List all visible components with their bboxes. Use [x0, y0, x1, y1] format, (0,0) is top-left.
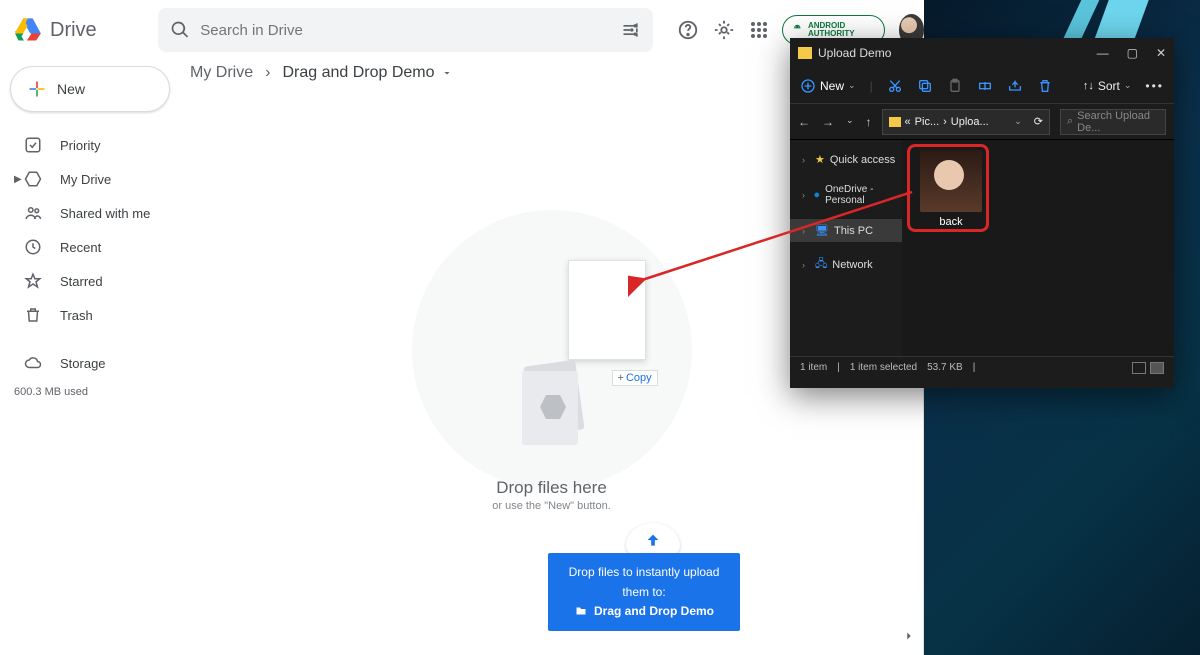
drive-header: Drive ANDROID AUTHORITY	[0, 0, 924, 60]
sidebar-item-mydrive[interactable]: ▶ My Drive	[10, 162, 170, 196]
search-icon	[170, 20, 190, 40]
rename-icon[interactable]	[977, 78, 993, 94]
drop-subtitle: or use the "New" button.	[412, 500, 692, 512]
drag-ghost	[568, 260, 646, 360]
cloud-icon	[24, 354, 42, 372]
view-icons-icon[interactable]	[1150, 362, 1164, 374]
drive-icon	[14, 16, 42, 44]
apps-icon[interactable]	[749, 18, 768, 42]
drive-folder-icon	[24, 170, 42, 188]
chevron-down-icon[interactable]: ⌄	[1014, 116, 1022, 127]
check-circle-icon	[24, 136, 42, 154]
explorer-search[interactable]: ⌕ Search Upload De...	[1060, 109, 1166, 135]
cut-icon[interactable]	[887, 78, 903, 94]
help-icon[interactable]	[677, 18, 699, 42]
expand-icon[interactable]: ▶	[14, 174, 22, 185]
wallpaper-decoration	[1063, 0, 1100, 40]
folder-icon	[574, 605, 588, 617]
copy-icon[interactable]	[917, 78, 933, 94]
nav-up[interactable]: ↑	[866, 115, 872, 129]
explorer-statusbar: 1 item| 1 item selected 53.7 KB|	[790, 356, 1174, 378]
file-explorer-window[interactable]: Upload Demo ― ▢ ✕ New ⌄ | ↑↓Sort⌄ ••• ← …	[790, 38, 1174, 388]
sidebar-item-priority[interactable]: Priority	[10, 128, 170, 162]
nav-back[interactable]: ←	[798, 115, 810, 129]
people-icon	[24, 204, 42, 222]
explorer-navbar: ← → ⌄ ↑ «Pic...›Uploa... ⌄ ⟳ ⌕ Search Up…	[790, 104, 1174, 140]
window-title: Upload Demo	[818, 46, 891, 60]
new-menu[interactable]: New ⌄	[800, 78, 856, 94]
refresh-icon[interactable]: ⟳	[1034, 115, 1043, 128]
tree-quick-access[interactable]: ›★Quick access	[790, 148, 902, 171]
delete-icon[interactable]	[1037, 78, 1053, 94]
clock-icon	[24, 238, 42, 256]
sidebar-item-starred[interactable]: Starred	[10, 264, 170, 298]
search-input[interactable]	[200, 22, 621, 39]
minimize-button[interactable]: ―	[1097, 46, 1109, 60]
search-icon: ⌕	[1067, 115, 1073, 128]
tree-network[interactable]: ›🖧Network	[790, 250, 902, 279]
explorer-content[interactable]: back	[902, 140, 1174, 356]
folder-icon	[798, 47, 812, 59]
chevron-down-icon	[441, 67, 453, 79]
search-bar[interactable]	[158, 8, 653, 52]
folder-icon	[889, 117, 901, 127]
plus-icon	[27, 79, 47, 99]
nav-recent[interactable]: ⌄	[846, 115, 854, 129]
new-button[interactable]: New	[10, 66, 170, 112]
chevron-right-icon	[902, 629, 916, 643]
app-title: Drive	[50, 19, 97, 42]
tree-onedrive[interactable]: ›●OneDrive - Personal	[790, 179, 902, 211]
star-icon	[24, 272, 42, 290]
tune-icon[interactable]	[621, 20, 641, 40]
sort-menu[interactable]: ↑↓Sort⌄	[1083, 79, 1132, 93]
explorer-toolbar: New ⌄ | ↑↓Sort⌄ •••	[790, 68, 1174, 104]
files-illustration	[508, 355, 598, 455]
address-bar[interactable]: «Pic...›Uploa... ⌄ ⟳	[882, 109, 1050, 135]
copy-badge: +Copy	[612, 370, 658, 386]
drop-circle: +Copy Drop files here or use the "New" b…	[412, 210, 692, 490]
drive-logo[interactable]: Drive	[14, 16, 158, 44]
storage-used-text: 600.3 MB used	[10, 380, 170, 398]
breadcrumb-current[interactable]: Drag and Drop Demo	[282, 64, 452, 82]
view-details-icon[interactable]	[1132, 362, 1146, 374]
upload-target-banner: Drop files to instantly upload them to: …	[548, 553, 740, 631]
settings-icon[interactable]	[713, 18, 735, 42]
close-button[interactable]: ✕	[1156, 46, 1166, 60]
sidebar-item-shared[interactable]: Shared with me	[10, 196, 170, 230]
tree-this-pc[interactable]: ›🖥This PC	[790, 219, 902, 242]
drop-zone[interactable]: +Copy Drop files here or use the "New" b…	[282, 160, 822, 490]
sidebar-item-recent[interactable]: Recent	[10, 230, 170, 264]
paste-icon[interactable]	[947, 78, 963, 94]
drop-title: Drop files here	[412, 478, 692, 498]
breadcrumb-root[interactable]: My Drive	[190, 64, 253, 82]
trash-icon	[24, 306, 42, 324]
nav-forward[interactable]: →	[822, 115, 834, 129]
maximize-button[interactable]: ▢	[1127, 46, 1138, 60]
sidebar-item-trash[interactable]: Trash	[10, 298, 170, 332]
annotation-highlight	[907, 144, 989, 232]
sidebar-item-storage[interactable]: Storage	[10, 346, 170, 380]
share-icon[interactable]	[1007, 78, 1023, 94]
more-menu[interactable]: •••	[1145, 79, 1164, 93]
drive-sidebar: New Priority ▶ My Drive Shared with me R…	[0, 60, 180, 398]
explorer-tree: ›★Quick access ›●OneDrive - Personal ›🖥T…	[790, 140, 902, 356]
explorer-titlebar[interactable]: Upload Demo ― ▢ ✕	[790, 38, 1174, 68]
